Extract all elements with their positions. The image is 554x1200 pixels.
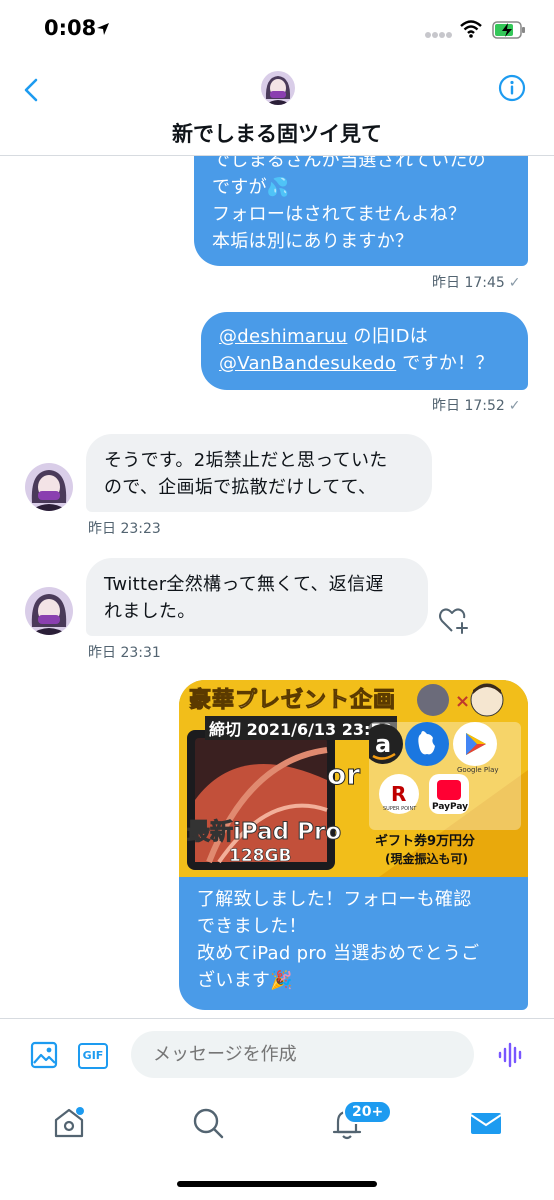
location-arrow-icon	[97, 23, 109, 35]
home-icon[interactable]	[52, 1106, 86, 1140]
voice-message-icon[interactable]	[497, 1041, 525, 1069]
super-point-label: SUPER POINT	[383, 806, 417, 812]
gif-button[interactable]: GIF	[78, 1043, 108, 1069]
message-bubble-incoming[interactable]: そうです。2垢禁止だと思っていた ので、企画垢で拡散だけしてて、	[86, 434, 432, 512]
message-line: フォローはされてませんよね？	[212, 204, 467, 225]
promo-or: or	[326, 758, 361, 792]
message-input[interactable]	[131, 1031, 474, 1078]
info-icon[interactable]	[498, 74, 526, 102]
cellular-signal-icon	[425, 32, 452, 38]
promo-logo-grid: a R Google Play SUPER POINT PayPay	[369, 722, 521, 830]
message-composer: GIF	[0, 1018, 554, 1090]
message-bubble-outgoing-media[interactable]: × 豪華プレゼント企画 締切 2021/6/13 23:59 a R Googl…	[179, 680, 528, 1010]
message-timestamp: 昨日 23:31	[88, 645, 161, 661]
message-bubble-outgoing[interactable]: @deshimaruu の旧IDは @VanBandesukedo ですか！？	[201, 312, 528, 390]
sender-avatar[interactable]	[25, 587, 73, 635]
messages-mail-icon[interactable]	[469, 1106, 503, 1140]
search-icon[interactable]	[191, 1106, 225, 1140]
wifi-icon	[460, 20, 482, 38]
header-avatar[interactable]	[261, 71, 295, 105]
message-line: 本垢は別にありますか？	[212, 231, 414, 252]
conversation-title[interactable]: 新でしまる固ツイ見て	[0, 118, 554, 148]
add-reaction-heart-icon[interactable]	[438, 605, 470, 635]
message-timestamp: 昨日 17:52 ✓	[432, 398, 521, 414]
promo-cash-note: (現金振込も可)	[385, 852, 468, 866]
message-line: れました。	[104, 601, 196, 622]
svg-text:R: R	[391, 782, 406, 806]
promo-image[interactable]: × 豪華プレゼント企画 締切 2021/6/13 23:59 a R Googl…	[179, 680, 528, 877]
svg-text:×: ×	[455, 691, 470, 712]
status-time: 0:08	[44, 16, 97, 40]
sender-avatar[interactable]	[25, 463, 73, 511]
promo-product: 最新iPad Pro	[186, 819, 342, 846]
conversation-header: 新でしまる固ツイ見て	[0, 60, 554, 156]
notifications-badge: 20+	[343, 1100, 393, 1124]
message-line: ですが💦	[212, 177, 290, 198]
message-text: ですか！？	[396, 353, 494, 374]
mention-link[interactable]: @deshimaruu	[219, 326, 347, 347]
message-bubble-incoming[interactable]: Twitter全然構って無くて、返信遅 れました。	[86, 558, 428, 636]
mention-link[interactable]: @VanBandesukedo	[219, 353, 396, 374]
home-indicator	[177, 1181, 377, 1187]
message-line: そうです。2垢禁止だと思っていた	[104, 450, 388, 471]
message-timestamp: 昨日 17:45 ✓	[432, 275, 521, 291]
promo-capacity: 128GB	[229, 846, 292, 867]
paypay-label: PayPay	[432, 802, 469, 812]
battery-charging-icon	[492, 21, 525, 39]
message-line: Twitter全然構って無くて、返信遅	[104, 574, 384, 595]
back-arrow-icon[interactable]	[20, 74, 44, 106]
promo-deadline: 締切 2021/6/13 23:59	[205, 716, 397, 740]
message-text: 了解致しました！フォローも確認 できました！ 改めてiPad pro 当選おめで…	[197, 886, 517, 994]
sent-check-icon: ✓	[508, 398, 521, 414]
svg-text:a: a	[375, 730, 391, 758]
message-timestamp: 昨日 23:23	[88, 521, 161, 537]
message-line: 了解致しました！フォローも確認	[197, 889, 472, 910]
status-bar: 0:08	[0, 0, 554, 60]
google-play-label: Google Play	[457, 766, 499, 774]
message-line: 改めてiPad pro 当選おめでとうご	[197, 943, 480, 964]
promo-gift: ギフト券9万円分	[375, 834, 476, 849]
promo-title: 豪華プレゼント企画	[188, 688, 397, 714]
sent-check-icon: ✓	[508, 275, 521, 291]
message-line: ざいます🎉	[197, 970, 293, 991]
message-line: ので、企画垢で拡散だけしてて、	[104, 477, 377, 498]
image-upload-icon[interactable]	[30, 1041, 58, 1069]
message-line: できました！	[197, 916, 307, 937]
message-text: の旧IDは	[347, 326, 429, 347]
